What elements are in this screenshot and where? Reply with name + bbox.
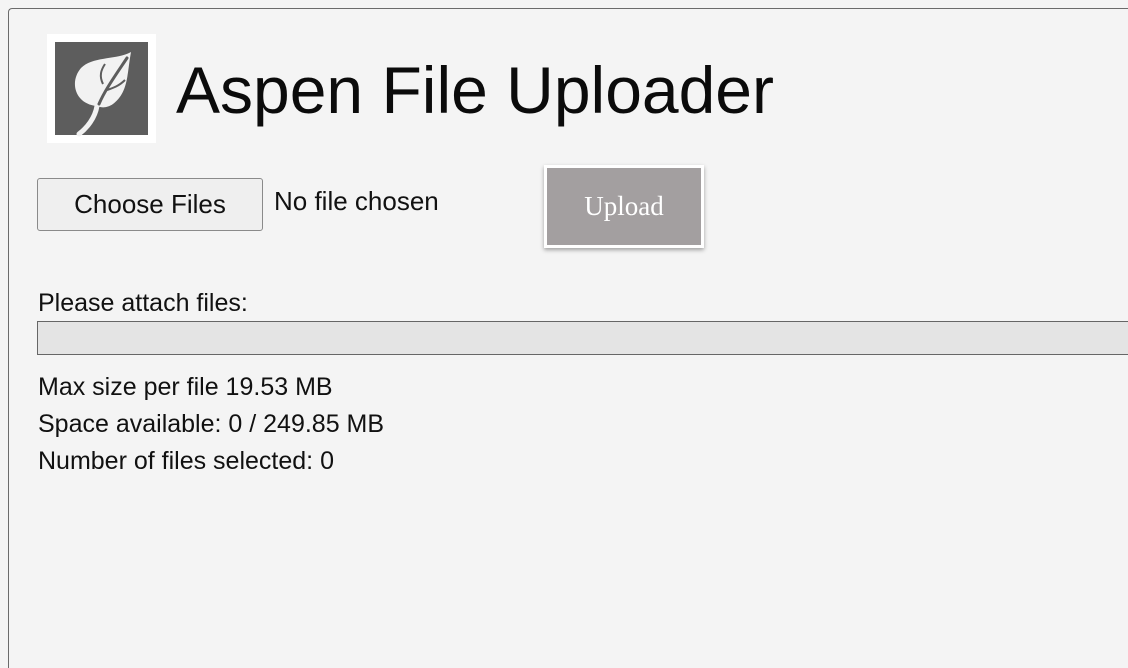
aspen-leaf-icon <box>47 34 156 143</box>
upload-progress-bar <box>37 321 1128 355</box>
max-size-text: Max size per file 19.53 MB <box>38 373 333 401</box>
file-status-text: No file chosen <box>274 186 439 216</box>
page-title: Aspen File Uploader <box>176 53 774 127</box>
attach-files-label: Please attach files: <box>38 289 248 317</box>
space-available-text: Space available: 0 / 249.85 MB <box>38 410 385 438</box>
upload-button[interactable]: Upload <box>544 165 704 248</box>
choose-files-button[interactable]: Choose Files <box>37 178 263 231</box>
files-selected-text: Number of files selected: 0 <box>38 447 334 475</box>
